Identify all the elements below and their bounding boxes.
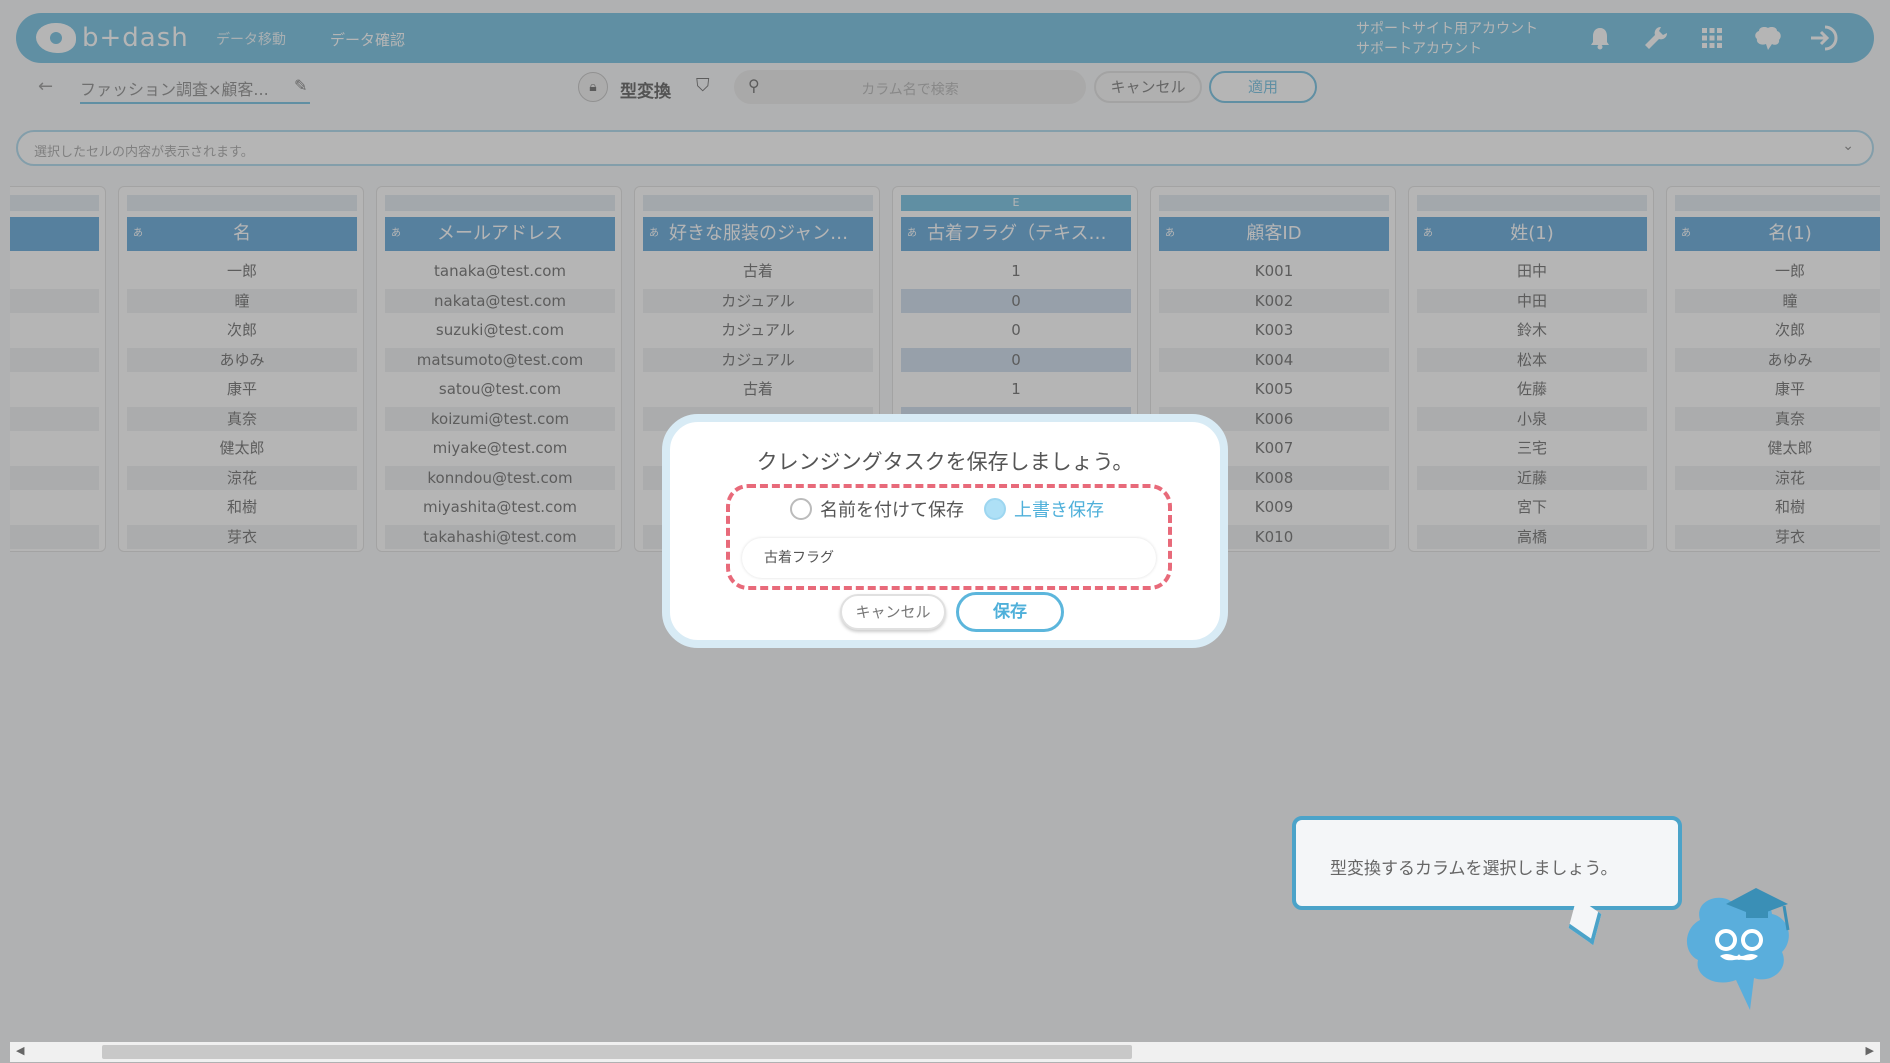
guide-speech-bubble: 型変換するカラムを選択しましょう。 bbox=[1292, 816, 1682, 946]
scroll-right-arrow-icon[interactable]: ▶ bbox=[1866, 1044, 1874, 1057]
save-task-dialog: クレンジングタスクを保存しましょう。 名前を付けて保存 上書き保存 古着フラグ … bbox=[662, 414, 1228, 648]
task-name-input[interactable]: 古着フラグ bbox=[742, 538, 1156, 578]
radio-save-as-new-label[interactable]: 名前を付けて保存 bbox=[820, 496, 964, 522]
radio-overwrite[interactable] bbox=[984, 498, 1006, 520]
radio-overwrite-label[interactable]: 上書き保存 bbox=[1014, 496, 1104, 522]
save-mode-options: 名前を付けて保存 上書き保存 bbox=[790, 496, 1124, 522]
horizontal-scrollbar[interactable]: ◀ ▶ bbox=[10, 1042, 1880, 1062]
dialog-save-button[interactable]: 保存 bbox=[956, 592, 1064, 632]
scroll-left-arrow-icon[interactable]: ◀ bbox=[16, 1044, 24, 1057]
scrollbar-thumb[interactable] bbox=[102, 1045, 1132, 1059]
mascot-brain-icon bbox=[1670, 880, 1810, 1020]
dialog-title: クレンジングタスクを保存しましょう。 bbox=[756, 450, 1134, 474]
radio-save-as-new[interactable] bbox=[790, 498, 812, 520]
dialog-cancel-button[interactable]: キャンセル bbox=[840, 594, 946, 630]
guide-text: 型変換するカラムを選択しましょう。 bbox=[1330, 859, 1618, 879]
